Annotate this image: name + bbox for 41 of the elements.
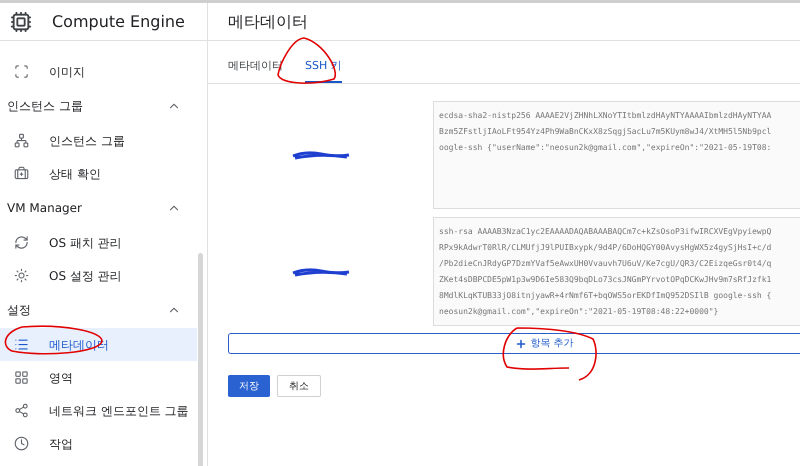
network-icon [14, 133, 29, 148]
page-title: 메타데이터 [228, 10, 308, 32]
chip-icon [10, 10, 32, 32]
nav-item[interactable]: 이미지 [0, 55, 197, 88]
nav-item[interactable]: 네트워크 엔드포인트 그룹 [0, 394, 197, 427]
key-text-line: /Pb2dieCnJRdyGP7DzmYVaf5eAwxUH0Vvauvh7U6uV/Ke7cgU/QR3/C2EizqeGsr0t4/q [439, 258, 772, 270]
clock-icon [14, 436, 29, 451]
share-nodes-icon [14, 403, 29, 418]
nav-item[interactable]: 인스턴스 그룹 [0, 124, 197, 157]
sun-icon [14, 268, 29, 283]
key-text-line: 8MdlKLqKTUB33jO8itnjyawR+4rNmf6T+bqOWS5orEKDfImQ952DSIlB google-ssh { [439, 290, 772, 302]
key-text-line: RPx9kAdwrT0RlR/CLMUfjJ9lPUIBxypk/9d4P/6DoHQGY00AvysHgWX5z4gySjHsI+c/d [439, 242, 772, 254]
ssh-key-field[interactable] [433, 217, 800, 326]
nav-item[interactable]: 상태 확인 [0, 157, 197, 190]
add-item-button[interactable]: 항목 추가 [228, 333, 800, 354]
cancel-button[interactable]: 취소 [277, 375, 321, 397]
key-text-line: ssh-rsa AAAAB3NzaC1yc2EAAAADAQABAAABAQCm7c+kZsOsoP3ifwIRCXVEgVpyiewpQ [439, 226, 772, 238]
nav-item[interactable]: OS 설정 관리 [0, 259, 197, 292]
nav-item[interactable]: 영역 [0, 361, 197, 394]
key-text-line: oogle-ssh {"userName":"neosun2k@gmail.com","expireOn":"2021-05-19T08: [439, 142, 772, 154]
medical-case-icon [14, 166, 29, 181]
product-title: Compute Engine [52, 10, 185, 32]
grid-icon [14, 370, 29, 385]
key-text-line: Bzm5ZFstljIAoLFt954Yz4Ph9WaBnCKxX8zSqgjSacLu7m5KUym8wJ4/XtMH5l5Nb9pcl [439, 126, 772, 138]
nav-item[interactable]: OS 패치 관리 [0, 226, 197, 259]
group-title: 설정 [7, 302, 31, 319]
plus-icon [515, 338, 528, 350]
redaction-scribble [290, 266, 350, 276]
key-text-line: neosun2k@gmail.com","expireOn":"2021-05-19T08:48:22+0000"} [439, 306, 720, 318]
scrollbar[interactable] [198, 253, 203, 466]
redaction-scribble [290, 150, 350, 160]
save-button[interactable]: 저장 [228, 375, 270, 397]
group-title: 인스턴스 그룹 [7, 98, 83, 115]
ssh-key-field[interactable] [433, 101, 800, 209]
scan-frame-icon [14, 64, 29, 79]
group-title: VM Manager [7, 200, 82, 217]
key-text-line: ecdsa-sha2-nistp256 AAAAE2VjZHNhLXNoYTItbmlzdHAyNTYAAAAIbmlzdHAyNTYAA [439, 110, 772, 122]
list-icon [14, 337, 29, 352]
key-text-line: ZKet4sDBPCDE5pW1p3w9D6Ie583Q9bqDLo73csJNGmPYrvotOPqDCKwJHv9m7sRfJzfk1 [439, 274, 772, 286]
nav-item[interactable]: 작업 [0, 427, 197, 460]
refresh-icon [14, 235, 29, 250]
